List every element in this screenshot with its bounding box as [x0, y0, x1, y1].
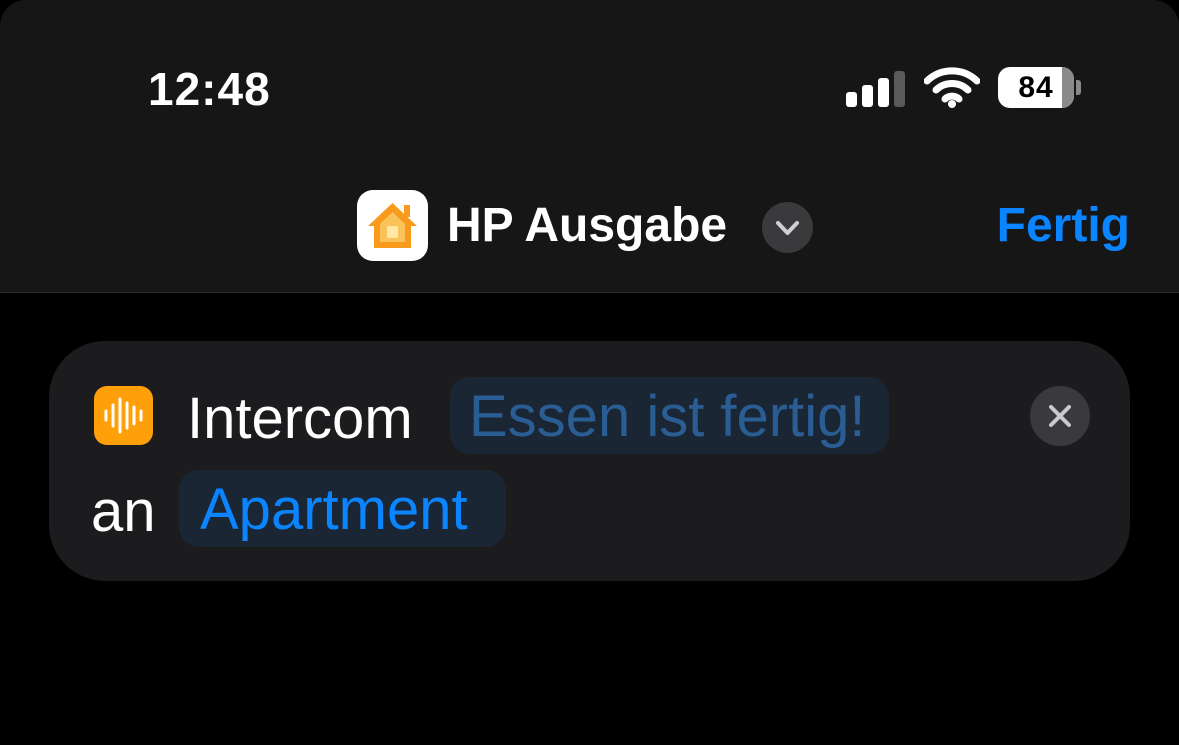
status-time: 12:48: [148, 63, 271, 115]
done-button[interactable]: Fertig: [997, 198, 1130, 253]
home-icon: [368, 203, 417, 248]
cellular-signal-icon: [846, 69, 906, 107]
home-parameter[interactable]: Apartment: [179, 470, 506, 547]
shortcut-title[interactable]: HP Ausgabe: [447, 198, 727, 253]
home-app-icon[interactable]: [357, 190, 428, 261]
battery-percent: 84: [1018, 71, 1054, 104]
chevron-down-icon: [776, 221, 799, 235]
shortcut-editor-screen: 12:48 84 HP Ausgabe Fertig Intercom Esse…: [0, 0, 1179, 745]
action-verb: Intercom: [187, 386, 413, 451]
battery-cap: [1076, 80, 1081, 95]
header: 12:48 84 HP Ausgabe Fertig: [0, 0, 1179, 293]
battery-icon: 84: [998, 67, 1074, 108]
action-preposition: an: [91, 479, 156, 544]
message-parameter[interactable]: Essen ist fertig!: [450, 377, 889, 454]
close-icon: [1049, 405, 1071, 427]
title-menu-button[interactable]: [762, 202, 813, 253]
intercom-app-icon: [94, 386, 153, 445]
waveform-icon: [104, 397, 143, 434]
remove-action-button[interactable]: [1030, 386, 1090, 446]
wifi-icon: [924, 67, 980, 108]
